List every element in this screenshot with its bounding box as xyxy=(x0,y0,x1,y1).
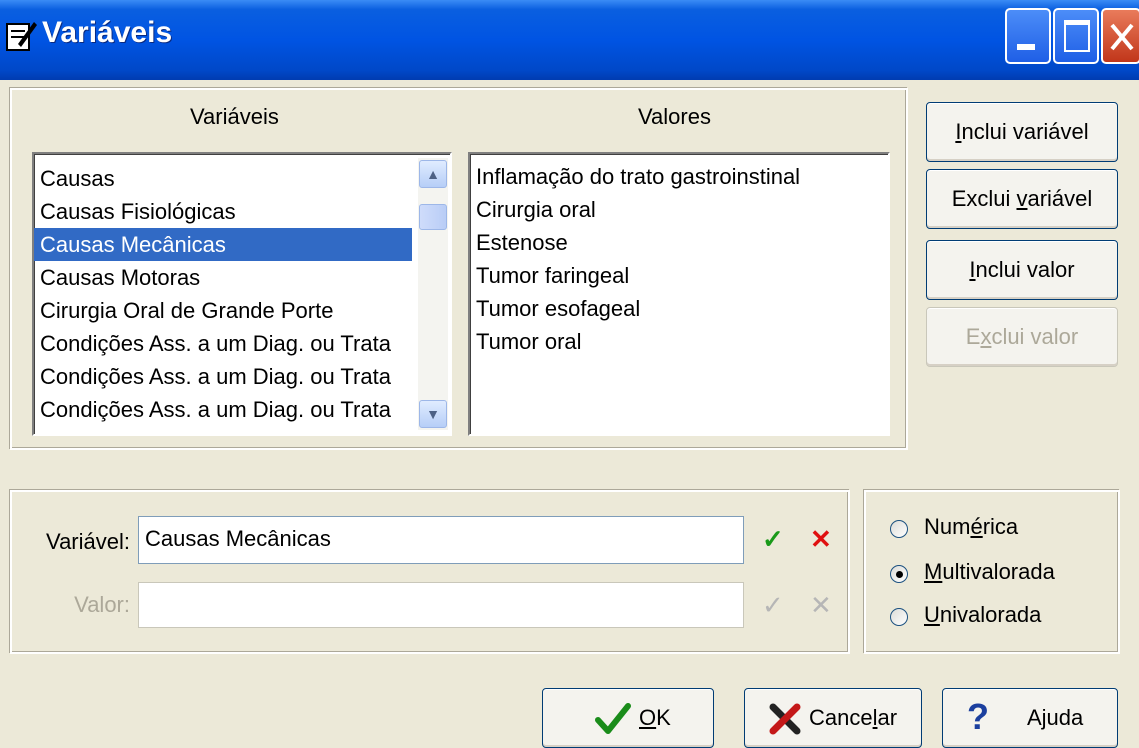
button-label: E xyxy=(965,324,981,349)
button-label: nclui valor xyxy=(975,257,1075,282)
red-x-icon xyxy=(769,703,801,735)
button-label: clui valor xyxy=(991,324,1079,349)
list-item[interactable]: Causas Fisiológicas xyxy=(34,195,412,228)
radio-multivalued[interactable]: Multivalorada xyxy=(888,557,1108,593)
button-label-accel: x xyxy=(980,324,992,349)
title-bar[interactable]: Variáveis xyxy=(0,0,1139,80)
add-value-button[interactable]: Inclui valor xyxy=(926,240,1118,300)
ok-button[interactable]: OK xyxy=(542,688,714,748)
help-button[interactable]: ? Ajuda xyxy=(942,688,1118,748)
confirm-variable-icon[interactable]: ✓ xyxy=(762,524,784,555)
list-item[interactable]: Inflamação do trato gastroinstinal xyxy=(470,160,880,193)
radio-label: Numérica xyxy=(924,514,1019,539)
radio-circle xyxy=(890,608,908,626)
edit-group xyxy=(10,490,850,654)
scroll-down-button[interactable]: ▼ xyxy=(419,400,447,428)
cancel-value-icon[interactable]: ✕ xyxy=(810,590,832,621)
help-question-icon: ? xyxy=(967,696,989,737)
scroll-up-button[interactable]: ▲ xyxy=(419,160,447,188)
variables-header: Variáveis xyxy=(190,104,279,129)
maximize-icon xyxy=(1064,20,1090,52)
value-input[interactable] xyxy=(138,582,744,628)
button-label: Ajuda xyxy=(1027,705,1084,730)
list-item[interactable]: Causas Motoras xyxy=(34,261,412,294)
radio-circle-checked xyxy=(890,565,908,583)
list-item[interactable]: Estenose xyxy=(470,226,880,259)
add-variable-button[interactable]: Inclui variável xyxy=(926,102,1118,162)
cancel-variable-icon[interactable]: ✕ xyxy=(810,524,832,555)
button-label: Cancelar xyxy=(809,705,898,730)
variable-label: Variável: xyxy=(46,529,130,554)
window-title: Variáveis xyxy=(42,16,173,49)
list-item[interactable]: Condições Ass. a um Diag. ou Trata xyxy=(34,393,412,426)
notepad-pencil-icon xyxy=(6,22,37,51)
button-label-accel: v xyxy=(1016,186,1028,211)
list-item-selected[interactable]: Causas Mecânicas xyxy=(34,228,412,261)
radio-circle xyxy=(890,520,908,538)
radio-label: Univalorada xyxy=(924,602,1042,627)
radio-univalued[interactable]: Univalorada xyxy=(888,600,1108,636)
list-item[interactable]: Cirurgia oral xyxy=(470,193,880,226)
maximize-button[interactable] xyxy=(1053,8,1099,64)
value-label: Valor: xyxy=(74,592,130,617)
minimize-button[interactable] xyxy=(1005,8,1051,64)
list-item[interactable]: Tumor faringeal xyxy=(470,259,880,292)
values-listbox[interactable]: Inflamação do trato gastroinstinal Cirur… xyxy=(468,152,890,436)
close-icon xyxy=(1110,23,1134,51)
button-label: Exclui xyxy=(951,186,1017,211)
confirm-value-icon[interactable]: ✓ xyxy=(762,590,784,621)
variable-input[interactable]: Causas Mecânicas xyxy=(138,516,744,564)
green-check-icon xyxy=(595,703,631,734)
button-label: OK xyxy=(639,705,671,730)
list-item[interactable]: Causas xyxy=(34,162,412,195)
chevron-up-icon: ▲ xyxy=(426,166,440,182)
radio-label: Multivalorada xyxy=(924,559,1055,584)
list-item[interactable]: Condições Ass. a um Diag. ou Trata xyxy=(34,360,412,393)
list-item[interactable]: Tumor oral xyxy=(470,325,880,358)
variables-scrollbar[interactable]: ▲ ▼ xyxy=(418,158,448,430)
list-item[interactable]: Condições Ass. a um Diag. ou Trata xyxy=(34,327,412,360)
close-button[interactable] xyxy=(1101,8,1139,64)
minimize-icon xyxy=(1017,44,1035,50)
remove-value-button[interactable]: Exclui valor xyxy=(926,307,1118,367)
button-label: nclui variável xyxy=(961,119,1089,144)
cancel-button[interactable]: Cancelar xyxy=(744,688,922,748)
button-label: ariável xyxy=(1027,186,1093,211)
values-header: Valores xyxy=(638,104,711,129)
list-item[interactable]: Cirurgia Oral de Grande Porte xyxy=(34,294,412,327)
variables-listbox[interactable]: Causas Causas Fisiológicas Causas Mecâni… xyxy=(32,152,452,436)
list-item[interactable]: Tumor esofageal xyxy=(470,292,880,325)
radio-numeric[interactable]: Numérica xyxy=(888,512,1108,548)
scroll-thumb[interactable] xyxy=(419,204,447,230)
chevron-down-icon: ▼ xyxy=(426,406,440,422)
remove-variable-button[interactable]: Exclui variável xyxy=(926,169,1118,229)
